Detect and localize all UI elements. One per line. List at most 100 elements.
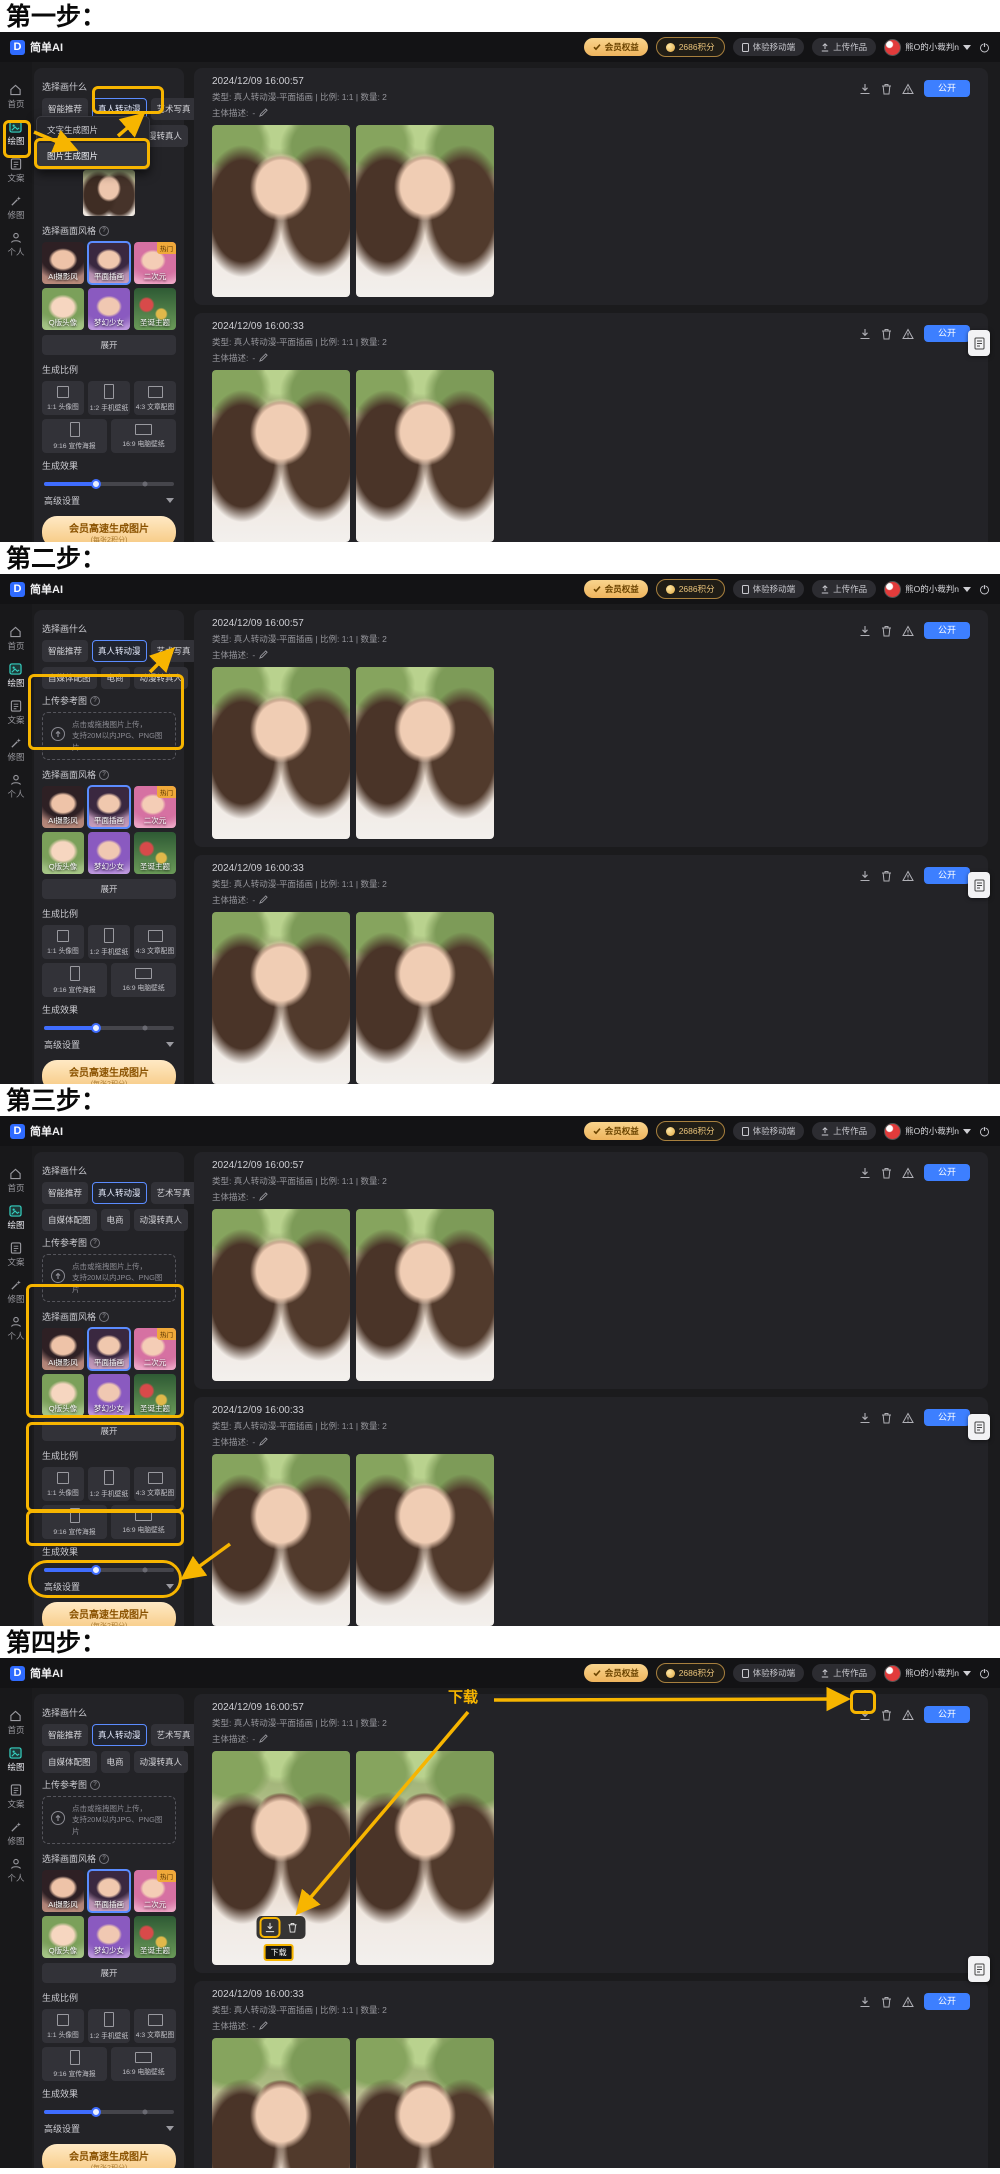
upload-dropzone[interactable]: 点击或拖拽图片上传，支持20M以内JPG、PNG图片: [42, 1796, 176, 1844]
mode-anime-to-real[interactable]: 动漫转真人: [134, 1751, 189, 1773]
delete-icon[interactable]: [881, 870, 892, 882]
sidebar-item-draw[interactable]: 绘图: [7, 121, 24, 145]
points-badge[interactable]: 2686积分: [656, 37, 725, 57]
publish-button[interactable]: 公开: [924, 80, 970, 97]
sidebar-item-draw[interactable]: 绘图: [7, 663, 24, 687]
expand-styles-button[interactable]: 展开: [42, 335, 176, 355]
publish-button[interactable]: 公开: [924, 1409, 970, 1426]
ratio-1-1[interactable]: 1:1 头像图: [42, 381, 84, 415]
advanced-settings[interactable]: 高级设置: [44, 1038, 174, 1051]
uploaded-photo-thumbnail[interactable]: [83, 170, 135, 216]
style-card[interactable]: AI摄影风: [42, 786, 84, 828]
mobile-app-button[interactable]: 体验移动端: [733, 1122, 805, 1140]
style-card[interactable]: 热门二次元: [134, 242, 176, 284]
sidebar-item-retouch[interactable]: 修图: [7, 737, 24, 761]
expand-styles-button[interactable]: 展开: [42, 1421, 176, 1441]
mode-ecommerce[interactable]: 电商: [101, 667, 130, 689]
sidebar-item-retouch[interactable]: 修图: [7, 195, 24, 219]
style-card[interactable]: 梦幻少女: [88, 288, 130, 330]
style-card-selected[interactable]: 平面插画: [88, 1328, 130, 1370]
style-card-selected[interactable]: 平面插画: [88, 786, 130, 828]
generated-image-2[interactable]: [356, 125, 494, 297]
ratio-9-16[interactable]: 9:16 宣传海报: [42, 419, 107, 453]
delete-icon[interactable]: [881, 1996, 892, 2008]
member-benefits-button[interactable]: 会员权益: [584, 1664, 648, 1682]
delete-icon[interactable]: [881, 625, 892, 637]
ratio-9-16[interactable]: 9:16 宣传海报: [42, 1505, 107, 1539]
report-icon[interactable]: [902, 328, 914, 340]
sidebar-item-draw[interactable]: 绘图: [7, 1747, 24, 1771]
report-icon[interactable]: [902, 1996, 914, 2008]
mode-smart-recommend[interactable]: 智能推荐: [42, 1724, 88, 1746]
ratio-9-16[interactable]: 9:16 宣传海报: [42, 2047, 107, 2081]
advanced-settings[interactable]: 高级设置: [44, 494, 174, 507]
edit-pencil-icon[interactable]: [259, 2021, 268, 2032]
effect-slider[interactable]: [44, 1026, 174, 1030]
ratio-16-9[interactable]: 16:9 电脑壁纸: [111, 1505, 176, 1539]
mode-social-media[interactable]: 自媒体配图: [42, 1209, 97, 1231]
dropdown-item-text-to-image[interactable]: 文字生成图片: [37, 117, 149, 143]
ratio-1-2[interactable]: 1:2 手机壁纸: [88, 2009, 130, 2043]
user-menu[interactable]: 熊O的小裁判n: [884, 39, 971, 56]
sidebar-item-home[interactable]: 首页: [7, 84, 24, 108]
download-icon[interactable]: [859, 1167, 871, 1179]
generated-image-3[interactable]: [212, 2038, 350, 2168]
style-card[interactable]: 热门二次元: [134, 786, 176, 828]
ratio-16-9[interactable]: 16:9 电脑壁纸: [111, 963, 176, 997]
sidebar-item-copywriting[interactable]: 文案: [7, 158, 24, 182]
delete-icon[interactable]: [286, 1920, 300, 1935]
sidebar-item-copywriting[interactable]: 文案: [7, 1784, 24, 1808]
sidebar-item-profile[interactable]: 个人: [7, 774, 24, 798]
delete-icon[interactable]: [881, 1709, 892, 1721]
generated-image-3[interactable]: [212, 370, 350, 542]
style-card-selected[interactable]: 平面插画: [88, 1870, 130, 1912]
report-icon[interactable]: [902, 1167, 914, 1179]
sidebar-item-retouch[interactable]: 修图: [7, 1279, 24, 1303]
mode-social-media[interactable]: 自媒体配图: [42, 1751, 97, 1773]
report-icon[interactable]: [902, 83, 914, 95]
user-menu[interactable]: 熊O的小裁判n: [884, 581, 971, 598]
download-icon[interactable]: [859, 1996, 871, 2008]
sidebar-item-copywriting[interactable]: 文案: [7, 700, 24, 724]
ratio-4-3[interactable]: 4:3 文章配图: [134, 381, 176, 415]
style-card[interactable]: 热门二次元: [134, 1328, 176, 1370]
generated-image-2[interactable]: [356, 1209, 494, 1381]
power-icon[interactable]: [979, 584, 990, 595]
sidebar-item-copywriting[interactable]: 文案: [7, 1242, 24, 1266]
mode-anime-to-real[interactable]: 动漫转真人: [134, 667, 189, 689]
ratio-1-2[interactable]: 1:2 手机壁纸: [88, 1467, 130, 1501]
sidebar-item-profile[interactable]: 个人: [7, 232, 24, 256]
upload-work-button[interactable]: 上传作品: [812, 580, 876, 598]
expand-styles-button[interactable]: 展开: [42, 1963, 176, 1983]
edit-pencil-icon[interactable]: [259, 895, 268, 906]
edit-pencil-icon[interactable]: [259, 108, 268, 119]
style-card[interactable]: 圣诞主题: [134, 1916, 176, 1958]
style-card[interactable]: AI摄影风: [42, 242, 84, 284]
style-card[interactable]: AI摄影风: [42, 1870, 84, 1912]
mode-ecommerce[interactable]: 电商: [101, 1751, 130, 1773]
power-icon[interactable]: [979, 42, 990, 53]
mobile-app-button[interactable]: 体验移动端: [733, 38, 805, 56]
delete-icon[interactable]: [881, 1412, 892, 1424]
effect-slider[interactable]: [44, 2110, 174, 2114]
style-card[interactable]: 圣诞主题: [134, 288, 176, 330]
download-icon[interactable]: [859, 870, 871, 882]
ratio-1-2[interactable]: 1:2 手机壁纸: [88, 925, 130, 959]
mobile-app-button[interactable]: 体验移动端: [733, 1664, 805, 1682]
generated-image-1[interactable]: 下载: [212, 1751, 350, 1965]
generated-image-4[interactable]: [356, 1454, 494, 1626]
edit-pencil-icon[interactable]: [259, 1192, 268, 1203]
mode-smart-recommend[interactable]: 智能推荐: [42, 640, 88, 662]
slider-handle[interactable]: [91, 2107, 101, 2117]
style-card[interactable]: 圣诞主题: [134, 832, 176, 874]
power-icon[interactable]: [979, 1126, 990, 1137]
report-icon[interactable]: [902, 870, 914, 882]
download-icon[interactable]: [859, 1412, 871, 1424]
generated-image-1[interactable]: 下载: [212, 1209, 350, 1381]
publish-button[interactable]: 公开: [924, 622, 970, 639]
download-icon[interactable]: [263, 1920, 278, 1935]
advanced-settings[interactable]: 高级设置: [44, 2122, 174, 2135]
style-card[interactable]: Q版头像: [42, 832, 84, 874]
ratio-4-3[interactable]: 4:3 文章配图: [134, 925, 176, 959]
ratio-1-1[interactable]: 1:1 头像图: [42, 1467, 84, 1501]
